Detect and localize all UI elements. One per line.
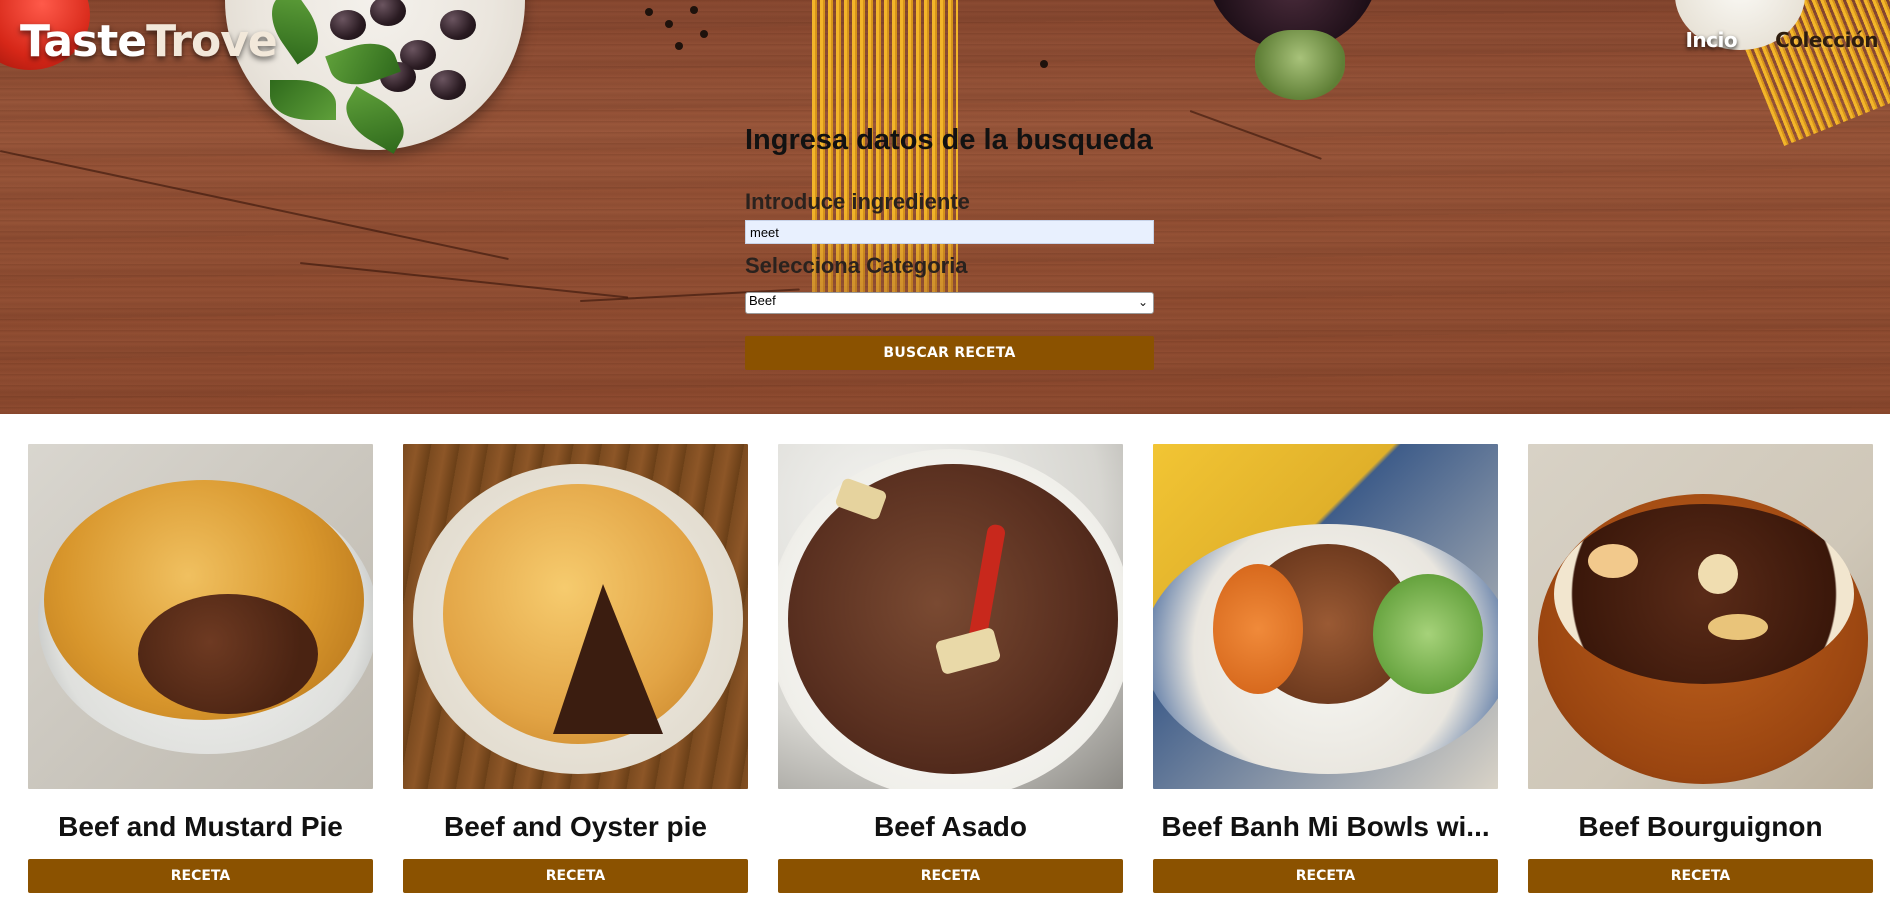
search-recipe-button[interactable]: BUSCAR RECETA: [745, 336, 1154, 370]
nav-link-coleccion[interactable]: Colección: [1775, 28, 1878, 52]
recipe-image[interactable]: [1528, 444, 1873, 789]
brand-name-part1: Taste: [20, 16, 147, 67]
olive-decoration: [330, 10, 366, 40]
recipe-image[interactable]: [1153, 444, 1498, 789]
wood-crack: [0, 150, 509, 261]
wood-crack: [1189, 110, 1322, 160]
eggplant-stem-decoration: [1255, 30, 1345, 100]
onion-shape: [1708, 614, 1768, 640]
peppercorn-decoration: [665, 20, 673, 28]
hero-banner: TasteTrove Incio Colección Ingresa datos…: [0, 0, 1890, 414]
recipe-button[interactable]: RECETA: [1528, 859, 1873, 893]
olive-decoration: [430, 70, 466, 100]
recipe-button[interactable]: RECETA: [28, 859, 373, 893]
peppercorn-decoration: [1040, 60, 1048, 68]
recipe-title: Beef and Mustard Pie: [58, 811, 343, 842]
recipe-card: Beef and Oyster pie RECETA: [403, 444, 748, 893]
peppercorn-decoration: [700, 30, 708, 38]
brand-logo[interactable]: TasteTrove: [20, 14, 278, 70]
wood-crack: [299, 262, 629, 299]
recipe-title: Beef Banh Mi Bowls wi...: [1161, 811, 1490, 842]
olive-decoration: [440, 10, 476, 40]
recipe-card: Beef Banh Mi Bowls wi... RECETA: [1153, 444, 1498, 893]
category-select[interactable]: Beef ⌄: [745, 292, 1154, 314]
brand-name-part2: Trove: [146, 16, 278, 67]
pie-slice-cut-shape: [553, 584, 663, 734]
recipe-image[interactable]: [28, 444, 373, 789]
recipe-button[interactable]: RECETA: [403, 859, 748, 893]
onion-shape: [1588, 544, 1638, 578]
ingredient-input[interactable]: [745, 220, 1154, 244]
recipe-card: Beef Asado RECETA: [778, 444, 1123, 893]
recipe-image[interactable]: [778, 444, 1123, 789]
chevron-down-icon: ⌄: [1137, 295, 1148, 309]
ingredient-label: Introduce ingrediente: [745, 189, 970, 214]
recipe-card: Beef Bourguignon RECETA: [1528, 444, 1873, 893]
category-label: Selecciona Categoria: [745, 253, 968, 278]
recipe-title: Beef Asado: [873, 811, 1027, 842]
recipe-title: Beef Bourguignon: [1578, 811, 1823, 842]
recipe-card: Beef and Mustard Pie RECETA: [28, 444, 373, 893]
nav-link-inicio[interactable]: Incio: [1685, 28, 1737, 52]
category-selected-value: Beef: [749, 293, 776, 308]
main-nav: Incio Colección: [1685, 28, 1878, 52]
search-form: Ingresa datos de la busqueda Introduce i…: [745, 116, 1154, 370]
peppercorn-decoration: [645, 8, 653, 16]
cucumber-shape: [1373, 574, 1483, 694]
peppercorn-decoration: [690, 6, 698, 14]
recipe-title: Beef and Oyster pie: [444, 811, 707, 842]
carrot-shape: [1213, 564, 1303, 694]
onion-shape: [1698, 554, 1738, 594]
stew-shape: [788, 464, 1118, 774]
recipe-image[interactable]: [403, 444, 748, 789]
recipe-button[interactable]: RECETA: [778, 859, 1123, 893]
stew-shape: [1554, 504, 1854, 684]
peppercorn-decoration: [675, 42, 683, 50]
search-heading: Ingresa datos de la busqueda: [745, 124, 1153, 156]
pie-filling-shape: [138, 594, 318, 714]
recipe-button[interactable]: RECETA: [1153, 859, 1498, 893]
recipe-grid: Beef and Mustard Pie RECETA Beef and Oys…: [28, 444, 1873, 894]
